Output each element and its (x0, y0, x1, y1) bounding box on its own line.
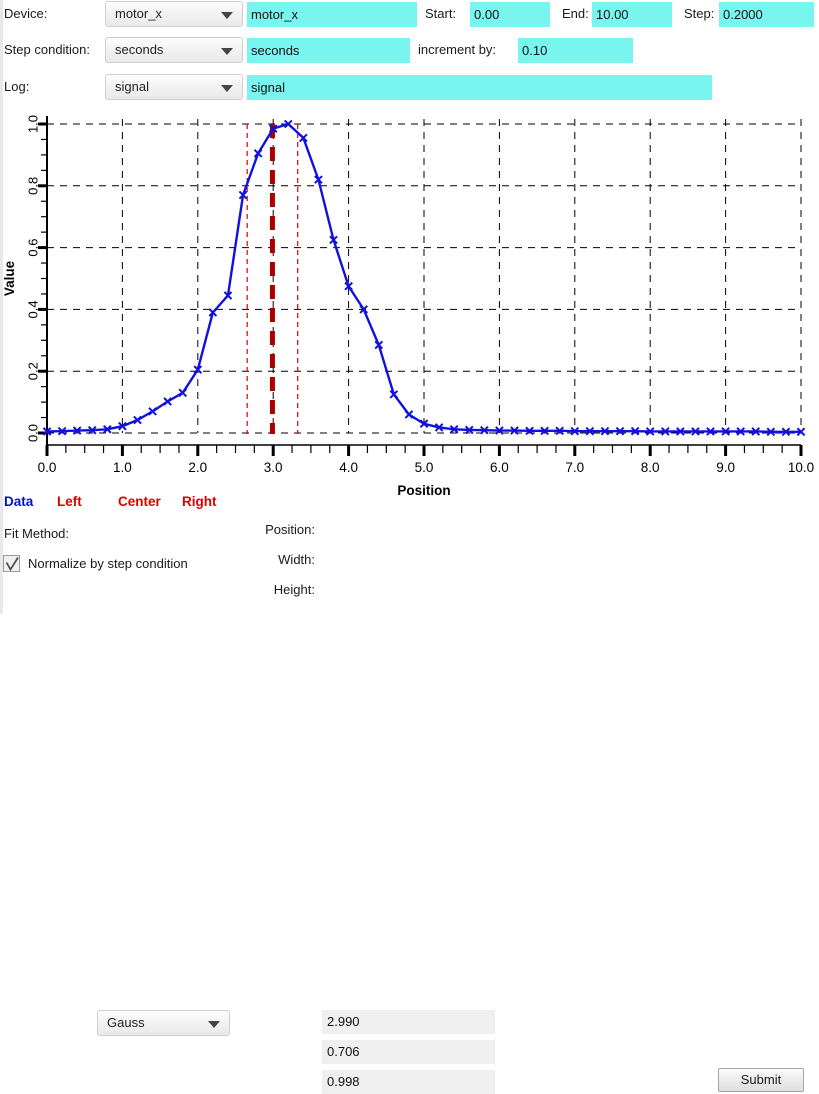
y-tick-label: 0.6 (26, 239, 41, 257)
device-select[interactable]: motor_x (105, 1, 243, 27)
step-condition-select[interactable]: seconds (105, 37, 243, 63)
end-label: End: (562, 6, 589, 21)
device-name-input[interactable] (247, 2, 417, 27)
legend-item-right: Right (182, 494, 217, 509)
fit-controls: Data Left Center Right Fit Method: Gauss… (0, 492, 819, 1094)
y-axis-title: Value (2, 260, 17, 296)
position-result-label: Position: (265, 522, 315, 537)
fit-method-select-value: Gauss (107, 1015, 145, 1030)
chevron-down-icon (221, 85, 233, 92)
checkmark-icon (5, 557, 19, 572)
step-condition-name-input[interactable] (247, 38, 410, 63)
checkbox-box (3, 555, 20, 572)
x-tick-label: 10.0 (788, 460, 814, 475)
x-tick-label: 6.0 (490, 460, 509, 475)
chevron-down-icon (221, 48, 233, 55)
x-tick-label: 9.0 (716, 460, 735, 475)
chevron-down-icon (208, 1021, 220, 1028)
height-result-value: 0.998 (322, 1070, 495, 1094)
log-row: Log: signal (0, 74, 819, 100)
x-tick-label: 3.0 (264, 460, 283, 475)
y-tick-label: 0.4 (26, 300, 41, 318)
step-condition-row: Step condition: seconds increment by: (0, 37, 819, 63)
step-label: Step: (684, 6, 715, 21)
normalize-checkbox-label: Normalize by step condition (28, 556, 188, 571)
y-tick-label: 0.8 (26, 177, 41, 195)
start-input[interactable] (470, 2, 550, 27)
log-select[interactable]: signal (105, 74, 243, 100)
width-result-label: Width: (278, 552, 315, 567)
device-select-value: motor_x (115, 6, 162, 21)
scan-plot-canvas[interactable]: 0.0 0.2 0.4 0.6 0.8 1.0 0.0 1.0 2.0 3.0 4.0 5.0 6.0 7… (0, 105, 819, 495)
device-row: Device: motor_x Start: End: Step: (0, 1, 819, 27)
width-result-value: 0.706 (322, 1040, 495, 1064)
y-tick-label: 1.0 (26, 115, 41, 133)
x-tick-label: 1.0 (113, 460, 132, 475)
fit-method-select[interactable]: Gauss (97, 1010, 230, 1036)
legend-item-left: Left (57, 494, 82, 509)
log-name-input[interactable] (247, 75, 712, 100)
legend-item-center: Center (118, 494, 161, 509)
x-tick-label: 5.0 (415, 460, 434, 475)
position-result-value: 2.990 (322, 1010, 495, 1034)
submit-button[interactable]: Submit (718, 1068, 804, 1092)
fit-method-label: Fit Method: (4, 526, 70, 541)
start-label: Start: (425, 6, 457, 21)
step-input[interactable] (719, 2, 814, 27)
x-tick-label: 4.0 (339, 460, 358, 475)
log-label: Log: (4, 79, 30, 94)
height-result-label: Height: (273, 582, 315, 597)
increment-label: increment by: (418, 42, 497, 57)
step-condition-label: Step condition: (4, 42, 91, 57)
legend-item-data: Data (4, 494, 34, 509)
chevron-down-icon (221, 12, 233, 19)
x-tick-label: 0.0 (38, 460, 57, 475)
scan-parameters-form: Device: motor_x Start: End: Step: Step c… (0, 0, 819, 105)
x-tick-label: 7.0 (565, 460, 584, 475)
y-tick-label: 0.0 (26, 424, 41, 442)
scan-plot: 0.0 0.2 0.4 0.6 0.8 1.0 0.0 1.0 2.0 3.0 4.0 5.0 6.0 7… (0, 105, 819, 495)
x-tick-label: 8.0 (641, 460, 660, 475)
increment-input[interactable] (518, 38, 633, 63)
y-tick-label: 0.2 (26, 362, 41, 380)
x-tick-label: 2.0 (188, 460, 207, 475)
device-label: Device: (4, 6, 48, 21)
step-condition-select-value: seconds (115, 42, 164, 57)
end-input[interactable] (592, 2, 672, 27)
log-select-value: signal (115, 79, 149, 94)
